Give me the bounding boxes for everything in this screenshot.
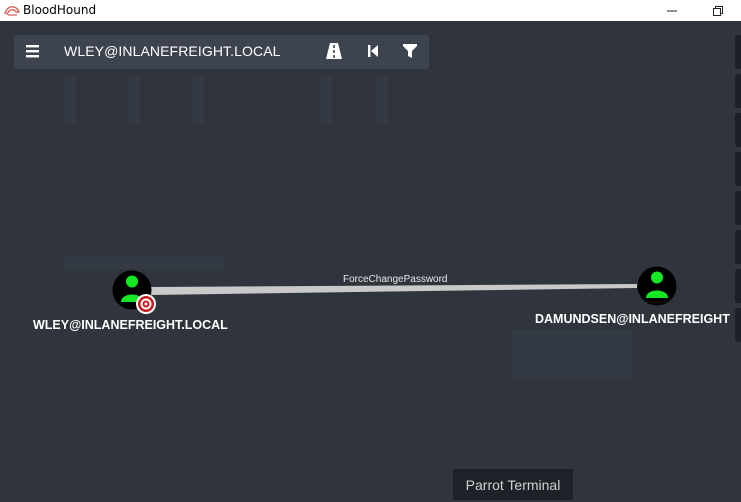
node-label-damundsen: DAMUNDSEN@INLANEFREIGHT <box>535 312 730 326</box>
owned-target-icon <box>136 294 156 314</box>
edge-label: ForceChangePassword <box>343 274 448 285</box>
graph-svg <box>112 266 677 314</box>
user-icon <box>651 271 663 284</box>
user-icon <box>126 275 138 288</box>
tooltip-text: Parrot Terminal <box>465 476 561 493</box>
edge-forcechangepassword[interactable] <box>151 284 637 295</box>
node-label-wley: WLEY@INLANEFREIGHT.LOCAL <box>33 318 228 332</box>
taskbar-tooltip: Parrot Terminal <box>453 469 573 500</box>
node-damundsen[interactable] <box>637 266 677 306</box>
